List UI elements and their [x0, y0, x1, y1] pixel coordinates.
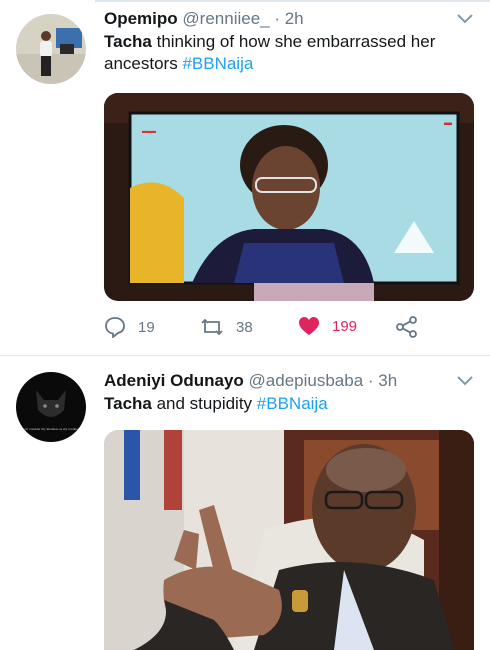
like-count: 199 [332, 317, 358, 335]
svg-text:▬▬: ▬▬ [142, 128, 156, 135]
tweet-actions: 19 38 199 [104, 316, 434, 342]
display-name[interactable]: Adeniyi Odunayo [104, 371, 244, 390]
timestamp[interactable]: · 3h [368, 371, 397, 390]
reply-icon [105, 317, 125, 338]
tweet-header: Opemipo @renniiee_ · 2h [104, 8, 304, 30]
chevron-down-icon[interactable] [456, 13, 474, 25]
tweet-media[interactable]: ▬ ▬▬ [104, 93, 474, 301]
mention-bold: Tacha [104, 32, 152, 51]
share-icon [396, 316, 417, 338]
reply-count: 19 [138, 318, 155, 336]
hashtag-link[interactable]: #BBNaija [257, 394, 328, 413]
mention-bold: Tacha [104, 394, 152, 413]
tweet-text: Tacha and stupidity #BBNaija [104, 393, 464, 415]
like-button[interactable]: 199 [298, 316, 357, 336]
avatar[interactable] [16, 14, 86, 84]
retweet-button[interactable]: 38 [200, 316, 253, 338]
hashtag-link[interactable]: #BBNaija [182, 54, 253, 73]
handle[interactable]: @adepiusbaba [249, 371, 364, 390]
text-body: thinking of how she embarrassed her ance… [104, 32, 436, 73]
reply-button[interactable]: 19 [104, 316, 155, 338]
svg-text:▬: ▬ [444, 118, 452, 127]
tweet-media[interactable] [104, 430, 474, 650]
retweet-count: 38 [236, 318, 253, 336]
avatar[interactable]: Don't consider my kindness as my weaknes… [16, 372, 86, 442]
handle[interactable]: @renniiee_ [182, 9, 269, 28]
chevron-down-icon[interactable] [456, 375, 474, 387]
share-button[interactable] [396, 316, 430, 338]
tweet-header: Adeniyi Odunayo @adepiusbaba · 3h [104, 370, 397, 392]
timestamp[interactable]: · 2h [274, 9, 303, 28]
display-name[interactable]: Opemipo [104, 9, 178, 28]
tweet-1[interactable]: Opemipo @renniiee_ · 2h Tacha thinking o… [0, 0, 490, 355]
tweet-2[interactable]: Don't consider my kindness as my weaknes… [0, 356, 490, 650]
avatar-caption: Don't consider my kindness as my weaknes… [21, 427, 82, 431]
heart-icon [299, 317, 319, 335]
tweet-text: Tacha thinking of how she embarrassed he… [104, 31, 464, 75]
retweet-icon [201, 318, 223, 336]
text-body: and stupidity [151, 394, 257, 413]
